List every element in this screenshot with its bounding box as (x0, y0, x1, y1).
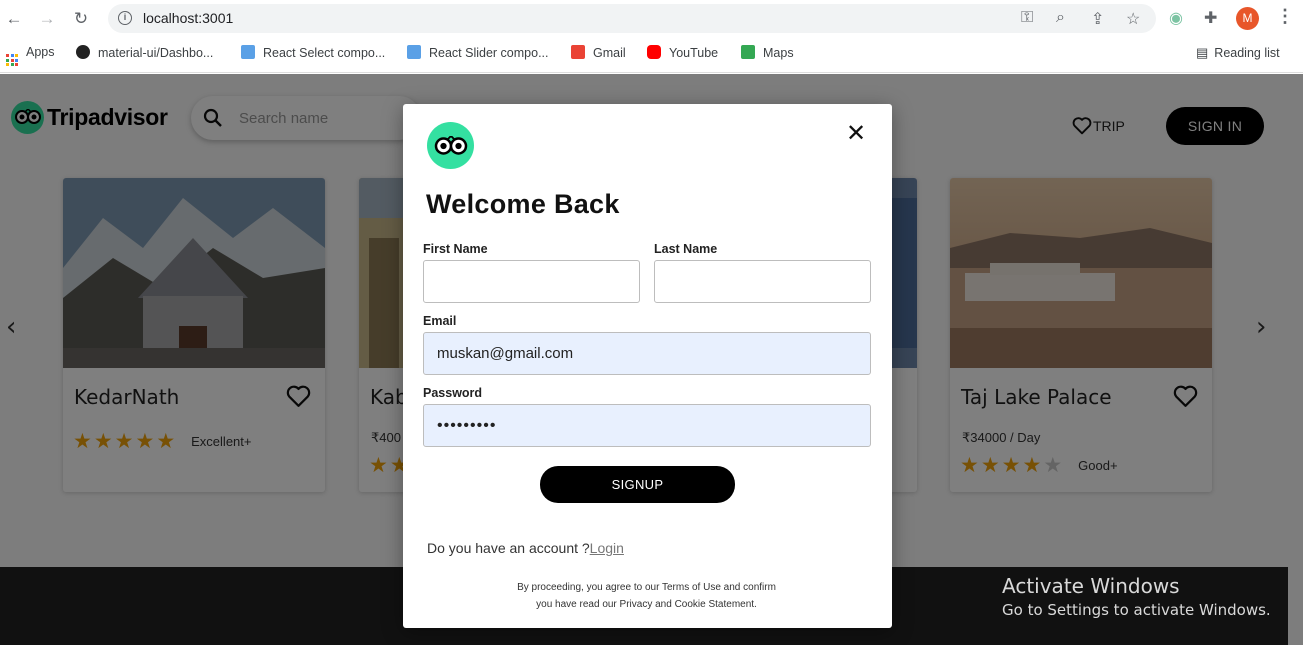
bookmark-youtube[interactable]: YouTube (647, 45, 718, 60)
email-field[interactable]: muskan@gmail.com (423, 332, 871, 375)
terms-line-2: you have read our Privacy and Cookie Sta… (536, 599, 757, 610)
watermark-title: Activate Windows (1002, 574, 1180, 598)
last-name-label: Last Name (654, 242, 718, 256)
browser-toolbar: ← → ↻ i localhost:3001 ⚿ ⌕ ⇪ ☆ ◉ ✚ M ⋮ (0, 0, 1303, 38)
terms-notice: By proceeding, you agree to our Terms of… (443, 579, 850, 613)
bookmark-star-icon[interactable]: ☆ (1126, 9, 1140, 29)
login-modal: ✕ Welcome Back First Name Last Name Emai… (403, 104, 892, 628)
email-label: Email (423, 314, 457, 328)
youtube-icon (647, 45, 661, 59)
apps-grid-icon (6, 54, 18, 66)
site-info-icon[interactable]: i (118, 11, 132, 25)
forward-arrow-icon[interactable]: → (37, 9, 57, 29)
bookmark-gmail[interactable]: Gmail (571, 45, 626, 60)
profile-avatar[interactable]: M (1236, 7, 1259, 30)
terms-line-1: By proceeding, you agree to our Terms of… (517, 582, 776, 593)
bookmarks-bar: Apps material-ui/Dashbo... React Select … (0, 40, 1303, 66)
url-text[interactable]: localhost:3001 (143, 10, 233, 26)
first-name-label: First Name (423, 242, 488, 256)
react-icon (407, 45, 421, 59)
first-name-field[interactable] (423, 260, 640, 303)
modal-title: Welcome Back (426, 189, 620, 219)
watermark-subtitle: Go to Settings to activate Windows. (1002, 601, 1271, 619)
bookmark-react-slider[interactable]: React Slider compo... (407, 45, 549, 60)
puzzle-icon[interactable]: ✚ (1204, 8, 1217, 28)
share-icon[interactable]: ⇪ (1091, 9, 1104, 29)
activate-windows-watermark: Activate Windows Go to Settings to activ… (1002, 574, 1271, 619)
address-bar[interactable]: i localhost:3001 ⚿ ⌕ ⇪ ☆ (108, 4, 1156, 33)
more-menu-icon[interactable]: ⋮ (1276, 6, 1294, 27)
account-prompt-text: Do you have an account ? (427, 540, 590, 556)
close-icon[interactable]: ✕ (846, 121, 866, 145)
account-prompt: Do you have an account ?Login (427, 540, 624, 556)
bookmark-maps[interactable]: Maps (741, 45, 794, 60)
back-arrow-icon[interactable]: ← (4, 9, 24, 29)
password-label: Password (423, 386, 483, 400)
browser-chrome: ← → ↻ i localhost:3001 ⚿ ⌕ ⇪ ☆ ◉ ✚ M ⋮ A… (0, 0, 1303, 73)
bookmark-material-ui[interactable]: material-ui/Dashbo... (76, 45, 213, 60)
zoom-icon[interactable]: ⌕ (1056, 9, 1065, 27)
extension-icon[interactable]: ◉ (1169, 8, 1183, 28)
reading-list[interactable]: ▤ Reading list (1196, 45, 1280, 61)
reload-icon[interactable]: ↻ (71, 9, 91, 29)
password-field[interactable]: ••••••••• (423, 404, 871, 447)
key-icon[interactable]: ⚿ (1021, 9, 1033, 27)
maps-icon (741, 45, 755, 59)
login-link[interactable]: Login (590, 540, 624, 556)
github-icon (76, 45, 90, 59)
owl-logo-icon (427, 122, 474, 169)
signup-button[interactable]: SIGNUP (540, 466, 735, 503)
bookmark-react-select[interactable]: React Select compo... (241, 45, 385, 60)
bookmark-apps[interactable]: Apps (6, 45, 55, 66)
last-name-field[interactable] (654, 260, 871, 303)
react-icon (241, 45, 255, 59)
reading-list-icon: ▤ (1196, 45, 1209, 60)
gmail-icon (571, 45, 585, 59)
